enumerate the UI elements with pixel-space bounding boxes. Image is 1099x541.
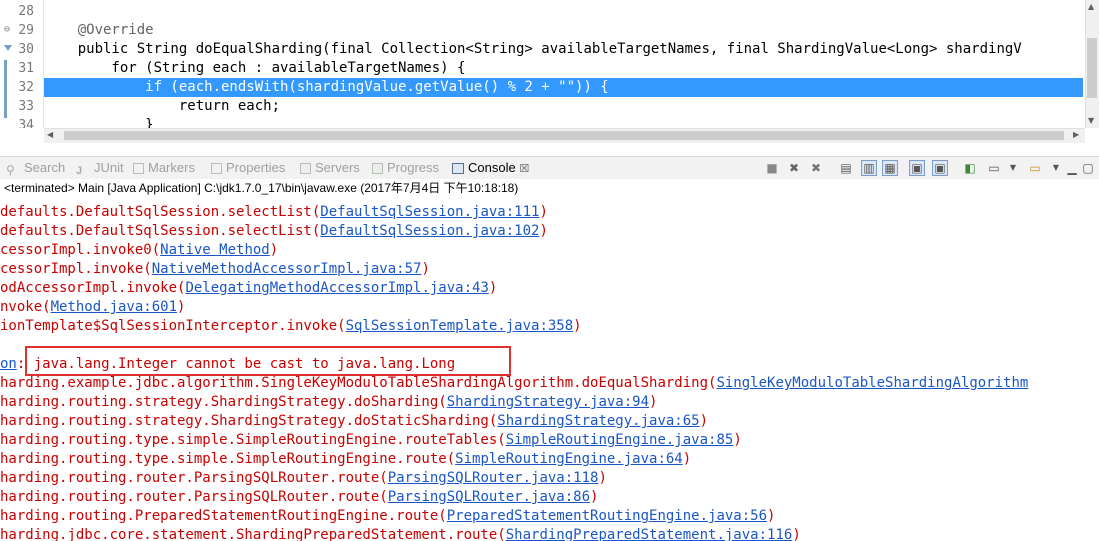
editor-vertical-scroll-thumb[interactable] [1087, 38, 1097, 98]
servers-icon [300, 163, 311, 174]
console-line: harding.routing.router.ParsingSQLRouter.… [0, 470, 607, 486]
override-marker-icon[interactable] [4, 45, 12, 51]
code-line[interactable]: } [44, 116, 1083, 128]
remove-launch-icon[interactable]: ✖ [786, 160, 802, 176]
launch-status: <terminated> Main [Java Application] C:\… [4, 181, 519, 195]
console-line: odAccessorImpl.invoke(DelegatingMethodAc… [0, 280, 498, 296]
console-line: cessorImpl.invoke(NativeMethodAccessorIm… [0, 261, 430, 277]
code-line-selected[interactable]: if (each.endsWith(shardingValue.getValue… [44, 78, 1083, 97]
line-number: 33 [18, 99, 34, 114]
line-number: 31 [18, 61, 34, 76]
stack-link[interactable]: PreparedStatementRoutingEngine.java:56 [447, 508, 767, 524]
console-line: harding.routing.router.ParsingSQLRouter.… [0, 489, 599, 505]
console-line: harding.routing.strategy.ShardingStrateg… [0, 413, 709, 429]
stack-link[interactable]: ShardingPreparedStatement.java:116 [506, 527, 793, 541]
stack-link[interactable]: DefaultSqlSession.java:111 [320, 204, 539, 220]
line-number: 32 [18, 80, 34, 95]
console-line: cessorImpl.invoke0(Native Method) [0, 242, 279, 258]
remove-all-terminated-icon[interactable]: ✖ [808, 160, 824, 176]
line-number: 34 [18, 118, 34, 128]
stack-link[interactable]: SingleKeyModuloTableShardingAlgorithm [716, 375, 1028, 391]
editor-horizontal-scroll-thumb[interactable] [64, 131, 1064, 140]
console-line: defaults.DefaultSqlSession.selectList(De… [0, 204, 548, 220]
exception-link[interactable]: on [0, 356, 17, 372]
view-tab-bar: ⚲ Search J JUnit Markers Properties Server… [0, 156, 1099, 179]
console-line: ionTemplate$SqlSessionInterceptor.invoke… [0, 318, 582, 334]
console-line: harding.routing.strategy.ShardingStrateg… [0, 394, 658, 410]
console-line: harding.jdbc.core.statement.ShardingPrep… [0, 527, 801, 541]
console-line: harding.routing.PreparedStatementRouting… [0, 508, 776, 524]
code-line[interactable]: for (String each : availableTargetNames)… [44, 59, 1083, 78]
chevron-down-icon[interactable]: ▼ [1048, 160, 1064, 176]
word-wrap-icon[interactable]: ▦ [882, 160, 898, 176]
occurrence-marker-bar [4, 60, 7, 118]
pin-console-icon[interactable]: ◧ [962, 160, 978, 176]
stack-link[interactable]: ShardingStrategy.java:65 [497, 413, 699, 429]
stack-link[interactable]: DelegatingMethodAccessorImpl.java:43 [185, 280, 488, 296]
open-console-icon[interactable]: ▭ [1027, 160, 1043, 176]
line-number: 28 [18, 4, 34, 19]
stack-link[interactable]: DefaultSqlSession.java:102 [320, 223, 539, 239]
tab-properties[interactable]: Properties [211, 159, 285, 177]
search-icon: ⚲ [6, 163, 15, 177]
markers-icon [133, 163, 144, 174]
console-line: harding.routing.type.simple.SimpleRoutin… [0, 432, 742, 448]
stack-link[interactable]: ParsingSQLRouter.java:86 [388, 489, 590, 505]
error-highlight-box [25, 346, 511, 376]
terminate-icon[interactable]: ■ [764, 160, 780, 176]
console-line: harding.example.jdbc.algorithm.SingleKey… [0, 375, 1029, 391]
code-line[interactable]: return each; [44, 97, 1083, 116]
tab-junit[interactable]: J JUnit [76, 159, 124, 177]
scroll-left-icon[interactable]: ◀ [47, 130, 53, 139]
code-editor[interactable]: 28 29 30 31 32 33 34 ⊖ @Override public … [0, 0, 1099, 148]
console-line: defaults.DefaultSqlSession.selectList(De… [0, 223, 548, 239]
stack-link[interactable]: SimpleRoutingEngine.java:85 [506, 432, 734, 448]
stack-link[interactable]: Native Method [160, 242, 270, 258]
minimize-icon[interactable]: ▁ [1064, 160, 1080, 176]
scroll-lock-icon[interactable]: ▥ [861, 160, 877, 176]
stack-link[interactable]: ParsingSQLRouter.java:118 [388, 470, 599, 486]
stack-link[interactable]: Method.java:601 [51, 299, 177, 315]
stack-link[interactable]: NativeMethodAccessorImpl.java:57 [152, 261, 422, 277]
clear-console-icon[interactable]: ▤ [838, 160, 854, 176]
stack-link[interactable]: ShardingStrategy.java:94 [447, 394, 649, 410]
stack-link[interactable]: SimpleRoutingEngine.java:64 [455, 451, 683, 467]
tab-servers[interactable]: Servers [300, 159, 360, 177]
properties-icon [211, 163, 222, 174]
tab-console[interactable]: Console ☒ [452, 159, 529, 177]
console-line: nvoke(Method.java:601) [0, 299, 186, 315]
display-console-icon[interactable]: ▭ [986, 160, 1002, 176]
progress-icon [372, 163, 383, 174]
tab-markers[interactable]: Markers [133, 159, 195, 177]
scroll-right-icon[interactable]: ▶ [1073, 130, 1079, 139]
close-icon[interactable]: ☒ [519, 162, 529, 175]
line-number: 29 [18, 23, 34, 38]
console-icon [452, 163, 464, 174]
code-line[interactable]: @Override [44, 21, 1083, 40]
show-on-stderr-icon[interactable]: ▣ [932, 160, 948, 176]
show-on-stdout-icon[interactable]: ▣ [909, 160, 925, 176]
console-line: harding.routing.type.simple.SimpleRoutin… [0, 451, 692, 467]
maximize-icon[interactable]: ▢ [1080, 160, 1096, 176]
junit-icon: J [76, 165, 83, 177]
stack-link[interactable]: SqlSessionTemplate.java:358 [346, 318, 574, 334]
line-number: 30 [18, 42, 34, 57]
scroll-up-icon[interactable]: ▲ [1088, 2, 1094, 11]
code-line[interactable]: public String doEqualSharding(final Coll… [44, 40, 1083, 59]
fold-collapse-icon[interactable]: ⊖ [4, 24, 10, 35]
chevron-down-icon[interactable]: ▼ [1005, 160, 1021, 176]
tab-progress[interactable]: Progress [372, 159, 439, 177]
scroll-down-icon[interactable]: ▼ [1088, 116, 1094, 125]
tab-search[interactable]: ⚲ Search [6, 159, 65, 177]
